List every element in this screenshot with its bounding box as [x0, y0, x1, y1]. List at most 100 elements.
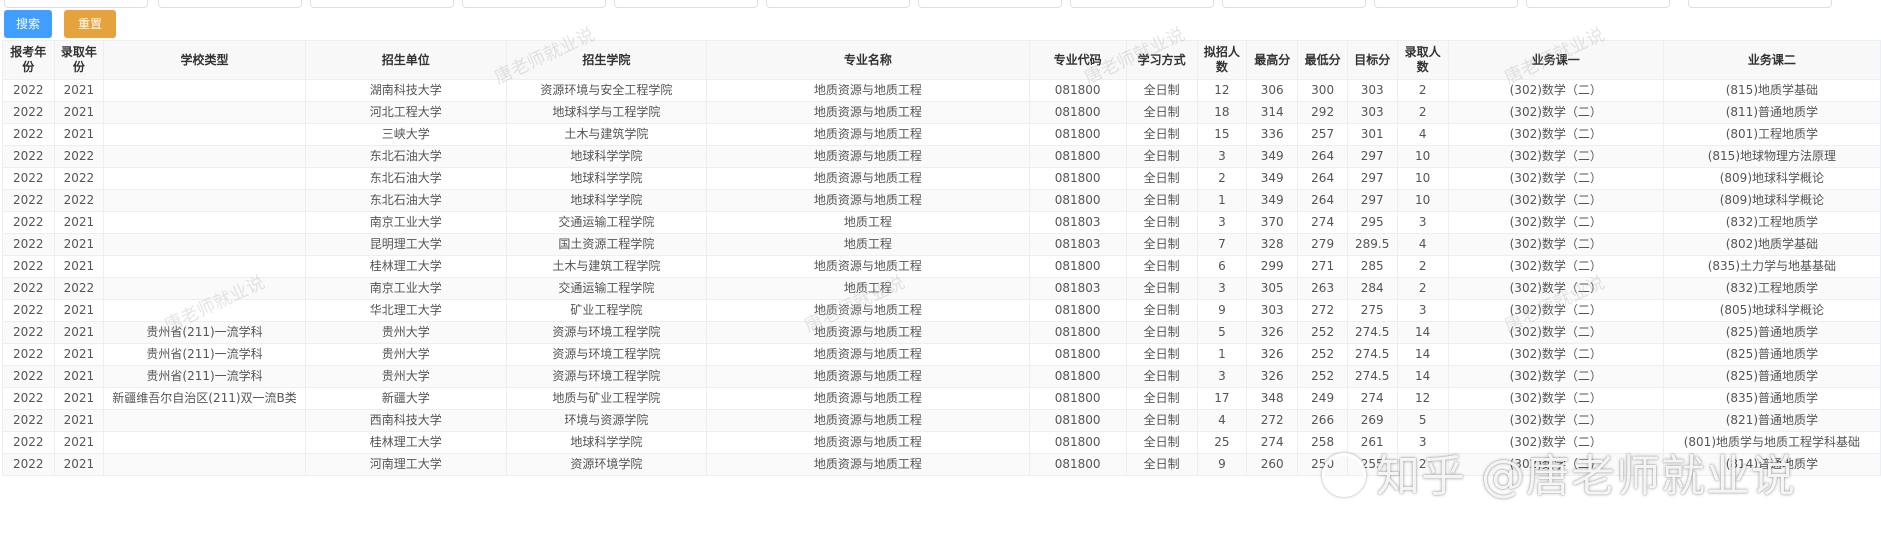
table-cell: 地球科学与工程学院: [505, 101, 708, 124]
table-cell: 东北石油大学: [304, 189, 507, 212]
table-cell: 2022: [2, 365, 55, 388]
table-cell: 264: [1297, 189, 1348, 212]
table-cell: 274.5: [1346, 365, 1398, 388]
table-cell: (835)土力学与地基基础: [1662, 255, 1881, 278]
filter-field[interactable]: [918, 0, 1062, 8]
table-cell: 2021: [53, 387, 105, 410]
table-cell: 交通运输工程学院: [505, 277, 708, 300]
table-cell: 2022: [2, 321, 55, 344]
search-button[interactable]: 搜索: [4, 10, 52, 38]
table-cell: 全日制: [1125, 79, 1198, 102]
table-cell: 全日制: [1125, 453, 1198, 476]
table-cell: 299: [1246, 255, 1299, 278]
table-cell: 2: [1396, 277, 1449, 300]
table-cell: [103, 101, 306, 124]
table-row: 2022 2021 贵州省(211)一流学科 贵州大学 资源与环境工程学院 地质资源与地质…: [2, 321, 1881, 344]
table-cell: 300: [1297, 79, 1348, 102]
filter-field[interactable]: [614, 0, 758, 8]
table-cell: [103, 167, 306, 190]
table-cell: 263: [1297, 277, 1348, 300]
table-cell: (809)地球科学概论: [1662, 167, 1881, 190]
table-cell: 全日制: [1125, 431, 1198, 454]
table-cell: 14: [1396, 365, 1449, 388]
table-cell: 2022: [2, 299, 55, 322]
table-cell: (302)数学（二）: [1447, 79, 1664, 102]
column-header: 专业名称: [706, 40, 1030, 80]
table-cell: 081800: [1028, 409, 1127, 432]
table-cell: 全日制: [1125, 387, 1198, 410]
table-cell: 12: [1196, 79, 1248, 102]
table-cell: 地球科学学院: [505, 431, 708, 454]
filter-field[interactable]: [310, 0, 454, 8]
table-cell: 348: [1246, 387, 1299, 410]
table-cell: 地质资源与地质工程: [706, 409, 1030, 432]
table-cell: 4: [1396, 233, 1449, 256]
table-cell: (302)数学（二）: [1447, 145, 1664, 168]
table-cell: [103, 409, 306, 432]
table-cell: 2022: [2, 167, 55, 190]
table-cell: 2022: [2, 211, 55, 234]
table-cell: 地球科学学院: [505, 145, 708, 168]
table-cell: 资源与环境工程学院: [505, 343, 708, 366]
table-cell: 5: [1396, 409, 1449, 432]
table-cell: 地球科学学院: [505, 189, 708, 212]
column-header: 学校类型: [103, 40, 306, 80]
table-cell: 349: [1246, 189, 1299, 212]
filter-field[interactable]: [1688, 0, 1832, 8]
table-cell: 地质工程: [706, 211, 1030, 234]
table-cell: 地质资源与地质工程: [706, 167, 1030, 190]
filter-field[interactable]: [1526, 0, 1670, 8]
table-cell: 全日制: [1125, 255, 1198, 278]
table-cell: 地质资源与地质工程: [706, 299, 1030, 322]
table-cell: 252: [1297, 343, 1348, 366]
filter-field[interactable]: [4, 0, 148, 8]
table-row: 2022 2022 东北石油大学 地球科学学院 地质资源与地质工程 081800 全日制 2 3…: [2, 167, 1881, 190]
table-cell: 297: [1346, 189, 1398, 212]
table-cell: 2021: [53, 453, 105, 476]
table-cell: 资源与环境工程学院: [505, 321, 708, 344]
table-cell: 17: [1196, 387, 1248, 410]
table-cell: 2: [1396, 255, 1449, 278]
table-cell: 14: [1396, 321, 1449, 344]
table-cell: (302)数学（二）: [1447, 123, 1664, 146]
filter-field[interactable]: [462, 0, 606, 8]
column-header: 业务课二: [1662, 40, 1881, 80]
table-cell: 081800: [1028, 101, 1127, 124]
table-cell: 336: [1246, 123, 1299, 146]
table-cell: 土木与建筑学院: [505, 123, 708, 146]
filter-field[interactable]: [1222, 0, 1366, 8]
table-cell: 10: [1396, 189, 1449, 212]
table-row: 2022 2021 西南科技大学 环境与资源学院 地质资源与地质工程 081800 全日制 4…: [2, 409, 1881, 432]
filter-field[interactable]: [158, 0, 302, 8]
table-cell: 东北石油大学: [304, 167, 507, 190]
column-header: 报考年份: [2, 40, 55, 80]
table-cell: 264: [1297, 167, 1348, 190]
table-cell: [103, 431, 306, 454]
table-cell: 274: [1297, 211, 1348, 234]
table-row: 2022 2021 新疆维吾尔自治区(211)双一流B类 新疆大学 地质与矿业工程学院地…: [2, 387, 1881, 410]
table-cell: 081803: [1028, 211, 1127, 234]
table-cell: (811)普通地质学: [1662, 101, 1881, 124]
filter-field[interactable]: [1374, 0, 1518, 8]
table-cell: (302)数学（二）: [1447, 299, 1664, 322]
table-cell: 2022: [2, 123, 55, 146]
table-cell: 297: [1346, 145, 1398, 168]
column-header: 学习方式: [1125, 40, 1198, 80]
table-cell: 2022: [53, 145, 105, 168]
column-header: 目标分: [1346, 40, 1398, 80]
table-cell: 交通运输工程学院: [505, 211, 708, 234]
filter-field[interactable]: [766, 0, 910, 8]
table-cell: [103, 211, 306, 234]
filter-field[interactable]: [1070, 0, 1214, 8]
table-cell: 249: [1297, 387, 1348, 410]
table-cell: 303: [1246, 299, 1299, 322]
table-cell: 252: [1297, 321, 1348, 344]
table-row: 2022 2021 昆明理工大学 国土资源工程学院 地质工程 081803 全日制 7 328 2…: [2, 233, 1881, 256]
table-row: 2022 2021 贵州省(211)一流学科 贵州大学 资源与环境工程学院 地质资源与地质…: [2, 365, 1881, 388]
table-cell: 地质资源与地质工程: [706, 255, 1030, 278]
table-cell: 贵州大学: [304, 321, 507, 344]
reset-button[interactable]: 重置: [64, 10, 116, 38]
table-cell: 081800: [1028, 145, 1127, 168]
table-cell: 贵州省(211)一流学科: [103, 321, 306, 344]
table-cell: 2022: [2, 145, 55, 168]
